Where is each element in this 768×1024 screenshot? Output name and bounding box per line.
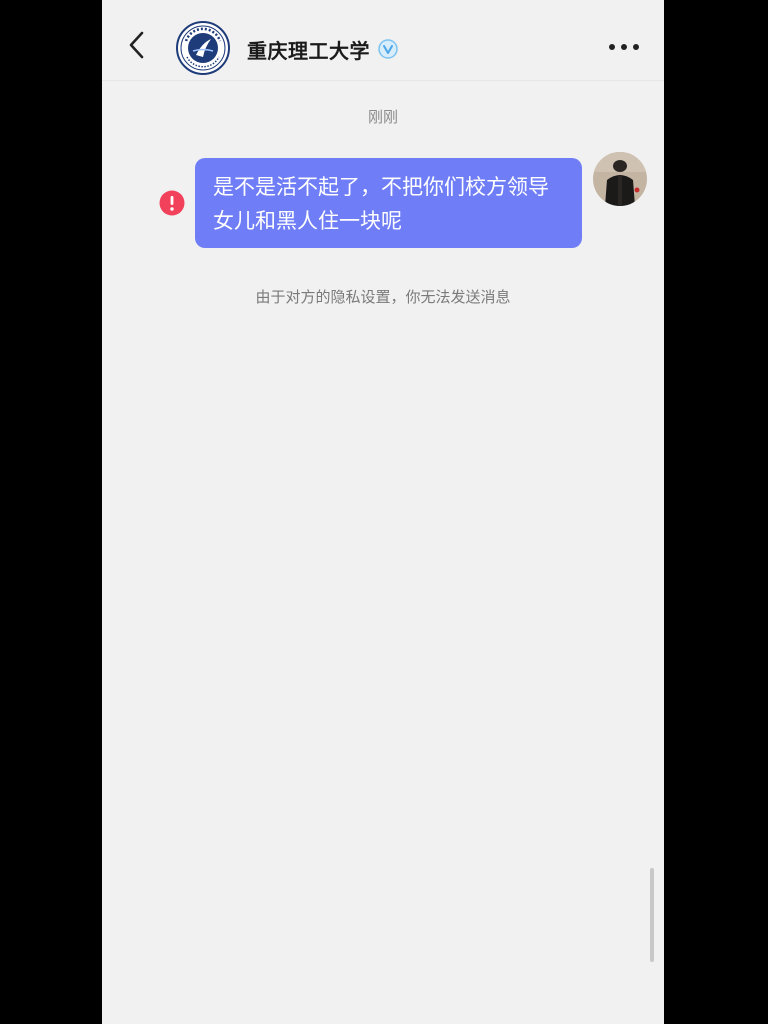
user-avatar-image: [593, 152, 647, 206]
more-horizontal-icon: [609, 44, 639, 50]
chat-header: 重庆理工大学: [102, 0, 664, 81]
chevron-left-icon: [129, 31, 144, 59]
outgoing-message-bubble[interactable]: 是不是活不起了，不把你们校方领导女儿和黑人住一块呢: [195, 158, 582, 248]
verified-badge-icon: [378, 39, 398, 59]
privacy-system-notice: 由于对方的隐私设置，你无法发送消息: [255, 288, 511, 306]
more-options-button[interactable]: [607, 36, 641, 58]
message-timestamp: 刚刚: [367, 108, 398, 126]
back-button[interactable]: [124, 30, 150, 60]
chat-title[interactable]: 重庆理工大学: [247, 35, 370, 64]
university-logo-avatar[interactable]: [176, 21, 230, 75]
right-black-bar: [664, 0, 768, 1024]
title-group: 重庆理工大学: [247, 34, 398, 64]
chat-screen: 重庆理工大学 刚刚 是不是活不起了，不把你们校方领导女儿和黑人住一块呢 由于对方…: [102, 0, 664, 1024]
send-failed-error-icon[interactable]: [159, 190, 185, 216]
left-black-bar: [0, 0, 102, 1024]
scrollbar[interactable]: [650, 868, 654, 962]
user-avatar[interactable]: [593, 152, 647, 206]
university-logo-icon: [176, 21, 230, 75]
